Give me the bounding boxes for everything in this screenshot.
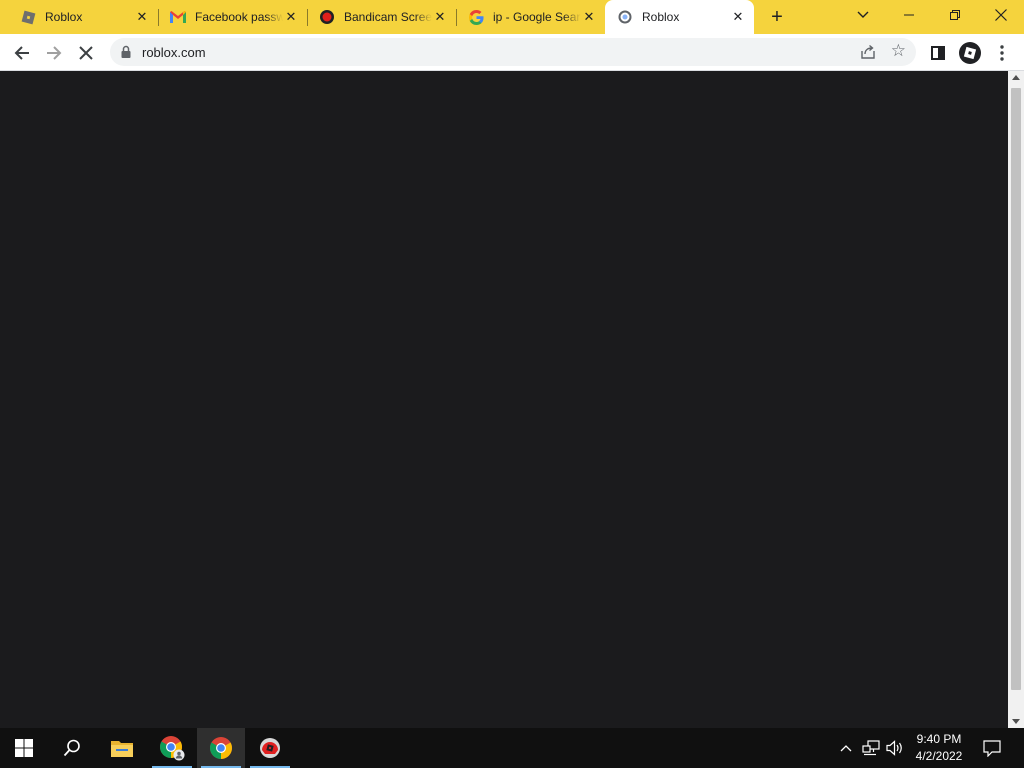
tab-title: ip - Google Sear — [493, 10, 581, 24]
tab-bandicam[interactable]: Bandicam Scree ✕ — [307, 0, 457, 34]
chrome-icon — [210, 737, 232, 759]
close-icon — [995, 9, 1007, 21]
share-icon[interactable] — [860, 44, 876, 60]
windows-taskbar: 9:40 PM 4/2/2022 — [0, 728, 1024, 768]
network-button[interactable] — [860, 728, 882, 768]
close-icon[interactable]: ✕ — [134, 9, 150, 25]
clock-date: 4/2/2022 — [915, 749, 963, 763]
speaker-icon — [886, 740, 902, 756]
scroll-up-arrow[interactable] — [1012, 75, 1020, 80]
restore-button[interactable] — [932, 0, 978, 30]
roblox-icon — [20, 9, 36, 25]
chevron-up-icon — [840, 745, 852, 752]
file-explorer-button[interactable] — [98, 728, 146, 768]
arrow-left-icon — [14, 46, 29, 60]
scroll-down-arrow[interactable] — [1012, 719, 1020, 724]
clock-time: 9:40 PM — [916, 732, 962, 746]
file-explorer-icon — [111, 741, 133, 757]
search-button[interactable] — [48, 728, 96, 768]
more-vert-icon — [1000, 45, 1004, 61]
minimize-icon — [904, 14, 914, 16]
scroll-thumb[interactable] — [1011, 88, 1021, 690]
network-icon — [862, 740, 880, 756]
roblox-player-button[interactable] — [246, 728, 294, 768]
close-icon[interactable]: ✕ — [432, 9, 448, 25]
minimize-button[interactable] — [886, 0, 932, 30]
chevron-down-icon — [857, 11, 869, 18]
close-icon[interactable]: ✕ — [581, 9, 597, 25]
start-button[interactable] — [0, 728, 48, 768]
tab-title: Roblox — [642, 10, 680, 24]
new-tab-button[interactable]: + — [765, 6, 789, 28]
tab-google-search[interactable]: ip - Google Sear ✕ — [456, 0, 605, 34]
gmail-icon — [170, 9, 186, 25]
roblox-player-icon — [260, 738, 280, 758]
notifications-button[interactable] — [980, 728, 1004, 768]
close-icon[interactable]: ✕ — [730, 9, 746, 25]
tab-title: Facebook passw — [195, 10, 283, 24]
chrome-button[interactable] — [197, 728, 245, 768]
notification-icon — [983, 739, 1001, 757]
close-icon[interactable]: ✕ — [283, 9, 299, 25]
chrome-profile-icon — [160, 736, 185, 761]
tab-gmail[interactable]: Facebook passw ✕ — [158, 0, 308, 34]
volume-button[interactable] — [884, 728, 906, 768]
avatar — [959, 42, 981, 64]
window-close-button[interactable] — [978, 0, 1024, 30]
restore-icon — [950, 10, 960, 20]
forward-button[interactable] — [40, 39, 68, 67]
system-clock[interactable]: 9:40 PM 4/2/2022 — [908, 731, 970, 765]
search-icon — [63, 739, 80, 757]
tab-roblox-active[interactable]: Roblox ✕ — [605, 0, 754, 34]
google-icon — [468, 9, 484, 25]
profile-button[interactable] — [956, 39, 984, 67]
url-text: roblox.com — [142, 45, 206, 60]
stop-icon — [79, 46, 93, 60]
chrome-profile-button[interactable] — [148, 728, 196, 768]
show-hidden-icons-button[interactable] — [836, 728, 856, 768]
bookmark-star-icon[interactable]: ☆ — [891, 42, 906, 60]
browser-toolbar: roblox.com ☆ — [0, 34, 1024, 71]
lock-icon — [121, 45, 131, 58]
page-content — [0, 71, 1008, 728]
side-panel-button[interactable] — [924, 39, 952, 67]
tab-search-button[interactable] — [840, 0, 886, 30]
menu-button[interactable] — [988, 39, 1016, 67]
start-icon — [15, 739, 33, 757]
address-bar[interactable]: roblox.com ☆ — [110, 38, 916, 66]
tab-title: Bandicam Scree — [344, 10, 432, 24]
side-panel-icon — [931, 46, 945, 60]
stop-loading-button[interactable] — [72, 39, 100, 67]
tab-roblox-1[interactable]: Roblox ✕ — [0, 0, 159, 34]
arrow-right-icon — [47, 46, 62, 60]
tab-strip: Roblox ✕ Facebook passw ✕ Bandicam Scree… — [0, 0, 1024, 34]
back-button[interactable] — [8, 39, 36, 67]
vertical-scrollbar[interactable] — [1008, 71, 1024, 728]
tab-title: Roblox — [45, 10, 83, 24]
loading-icon — [617, 9, 633, 25]
bandicam-icon — [319, 9, 335, 25]
